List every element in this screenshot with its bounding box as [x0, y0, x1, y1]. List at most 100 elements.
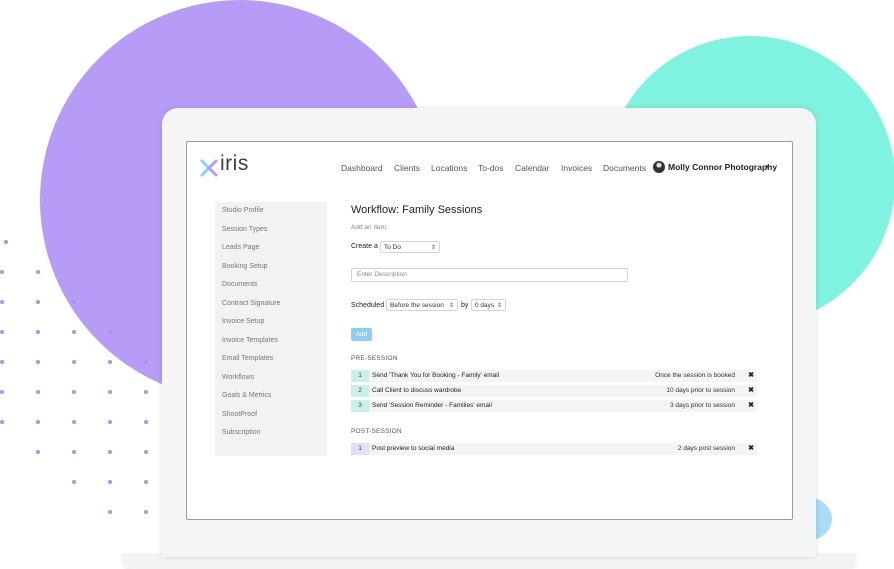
background-dot-grid [0, 240, 160, 520]
background-dot [0, 390, 4, 394]
user-avatar[interactable] [653, 161, 665, 173]
sidebar-item-leads-page[interactable]: Leads Page [222, 244, 259, 251]
select-arrows-icon: ⇕ [430, 245, 436, 251]
background-dot [36, 270, 40, 274]
row-number: 1 [351, 443, 369, 455]
row-schedule: 2 days post session [677, 445, 735, 452]
remove-icon[interactable]: ✖ [748, 400, 754, 412]
nav-todos[interactable]: To-dos [478, 163, 504, 173]
background-dot [144, 390, 148, 394]
background-dot [0, 360, 4, 364]
days-offset-select[interactable]: 0 days ⇕ [471, 299, 506, 311]
row-description: Send 'Thank You for Booking - Family' em… [372, 372, 500, 379]
top-navigation: iris Dashboard Clients Locations To-dos … [187, 142, 792, 194]
select-arrows-icon: ⇕ [448, 303, 454, 309]
sidebar-item-shootproof[interactable]: ShootProof [222, 411, 257, 418]
nav-locations[interactable]: Locations [431, 163, 467, 173]
row-schedule: 10 days prior to session [666, 387, 735, 394]
add-button[interactable]: Add [351, 328, 372, 341]
by-label: by [461, 302, 469, 309]
table-row[interactable]: 1 Send 'Thank You for Booking - Family' … [351, 370, 757, 382]
scheduled-label: Scheduled [351, 302, 385, 309]
background-dot [0, 330, 4, 334]
background-dot [144, 450, 148, 454]
background-dot [72, 450, 76, 454]
background-dot [72, 480, 76, 484]
nav-dashboard[interactable]: Dashboard [341, 163, 383, 173]
background-dot [36, 300, 40, 304]
background-dot [36, 330, 40, 334]
nav-calendar[interactable]: Calendar [515, 163, 550, 173]
background-dot [144, 360, 148, 364]
sidebar-item-documents[interactable]: Documents [222, 281, 257, 288]
sidebar-item-contract-signature[interactable]: Contract Signature [222, 300, 280, 307]
select-arrows-icon: ⇕ [496, 303, 502, 309]
sidebar-item-invoice-setup[interactable]: Invoice Setup [222, 318, 264, 325]
brand-name: iris [220, 152, 249, 175]
row-schedule: Once the session is booked [655, 372, 735, 379]
sidebar-item-goals-metrics[interactable]: Goals & Metrics [222, 392, 271, 399]
create-label: Create a [351, 243, 378, 250]
background-dot [36, 390, 40, 394]
background-dot [144, 420, 148, 424]
user-menu-name[interactable]: Molly Connor Photography [668, 162, 777, 172]
chevron-down-icon[interactable]: ▾ [765, 163, 769, 171]
background-dot [0, 270, 4, 274]
settings-sidebar: Studio Profile Session Types Leads Page … [215, 202, 327, 456]
row-number: 1 [351, 370, 369, 382]
item-type-select[interactable]: To Do ⇕ [380, 241, 440, 253]
background-dot [108, 450, 112, 454]
background-dot [36, 420, 40, 424]
days-offset-value: 0 days [475, 302, 495, 309]
sidebar-item-subscription[interactable]: Subscription [222, 429, 261, 436]
nav-documents[interactable]: Documents [603, 163, 646, 173]
background-dot [36, 360, 40, 364]
app-screen: iris Dashboard Clients Locations To-dos … [186, 141, 793, 520]
item-type-value: To Do [384, 244, 401, 251]
sidebar-item-invoice-templates[interactable]: Invoice Templates [222, 337, 278, 344]
background-dot [108, 390, 112, 394]
brand-logo[interactable]: iris [200, 152, 260, 180]
row-number: 3 [351, 400, 369, 412]
sidebar-item-studio-profile[interactable]: Studio Profile [222, 207, 264, 214]
row-number: 2 [351, 385, 369, 397]
sidebar-item-booking-setup[interactable]: Booking Setup [222, 263, 268, 270]
sidebar-item-workflows[interactable]: Workflows [222, 374, 254, 381]
sidebar-item-email-templates[interactable]: Email Templates [222, 355, 273, 362]
row-description: Call Client to discuss wardrobe [372, 387, 462, 394]
background-dot [144, 480, 148, 484]
row-schedule: 3 days prior to session [669, 402, 735, 409]
description-input[interactable]: Enter Description [351, 268, 628, 282]
sidebar-item-session-types[interactable]: Session Types [222, 226, 267, 233]
background-dot [72, 360, 76, 364]
background-dot [108, 420, 112, 424]
row-description: Send 'Session Reminder - Families' email [372, 402, 492, 409]
background-dot [72, 420, 76, 424]
post-session-heading: POST-SESSION [351, 428, 402, 435]
background-dot [108, 360, 112, 364]
table-row[interactable]: 2 Call Client to discuss wardrobe 10 day… [351, 385, 757, 397]
remove-icon[interactable]: ✖ [748, 370, 754, 382]
remove-icon[interactable]: ✖ [748, 385, 754, 397]
table-row[interactable]: 1 Post preview to social media 2 days po… [351, 443, 757, 455]
schedule-timing-select[interactable]: Before the session ⇕ [386, 299, 458, 311]
background-dot [36, 450, 40, 454]
pre-session-heading: PRE-SESSION [351, 355, 398, 362]
background-dot [108, 330, 112, 334]
background-dot [4, 240, 8, 244]
background-dot [0, 420, 4, 424]
add-item-label: Add an Item: [351, 224, 388, 231]
background-dot [108, 510, 112, 514]
background-dot [144, 510, 148, 514]
remove-icon[interactable]: ✖ [748, 443, 754, 455]
background-dot [72, 390, 76, 394]
page-title: Workflow: Family Sessions [351, 204, 483, 216]
schedule-timing-value: Before the session [390, 302, 444, 309]
background-dot [72, 330, 76, 334]
table-row[interactable]: 3 Send 'Session Reminder - Families' ema… [351, 400, 757, 412]
nav-clients[interactable]: Clients [394, 163, 420, 173]
background-dot [0, 300, 4, 304]
row-description: Post preview to social media [372, 445, 455, 452]
nav-invoices[interactable]: Invoices [561, 163, 592, 173]
iris-logo-icon [200, 159, 218, 177]
